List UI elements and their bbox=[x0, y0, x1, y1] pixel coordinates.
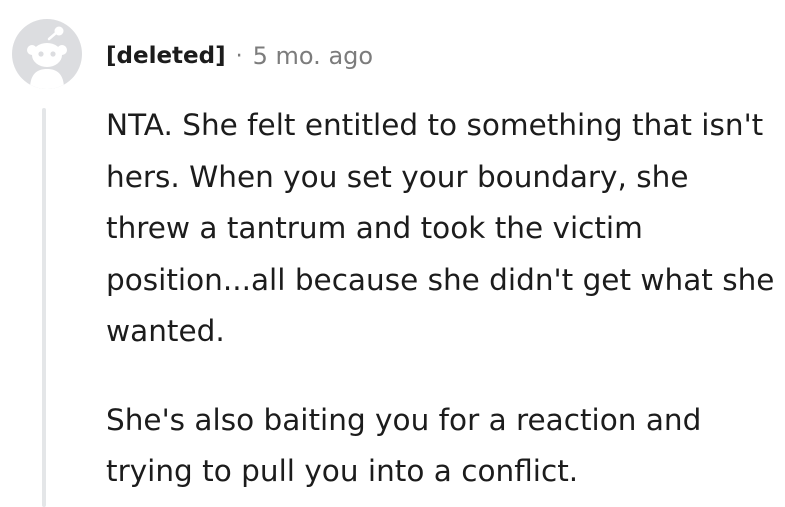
avatar[interactable] bbox=[12, 19, 82, 89]
comment: [deleted] · 5 mo. ago NTA. She felt enti… bbox=[0, 0, 785, 507]
comment-paragraph: NTA. She felt entitled to something that… bbox=[106, 108, 775, 348]
thread-line[interactable] bbox=[42, 108, 46, 507]
snoo-placeholder-icon bbox=[12, 19, 82, 89]
comment-meta: [deleted] · 5 mo. ago bbox=[106, 36, 373, 76]
comment-timestamp[interactable]: 5 mo. ago bbox=[253, 42, 373, 70]
comment-body: NTA. She felt entitled to something that… bbox=[106, 100, 778, 498]
meta-separator: · bbox=[235, 43, 243, 69]
comment-paragraph: She's also baiting you for a reaction an… bbox=[106, 402, 702, 489]
author-name[interactable]: [deleted] bbox=[106, 43, 226, 69]
